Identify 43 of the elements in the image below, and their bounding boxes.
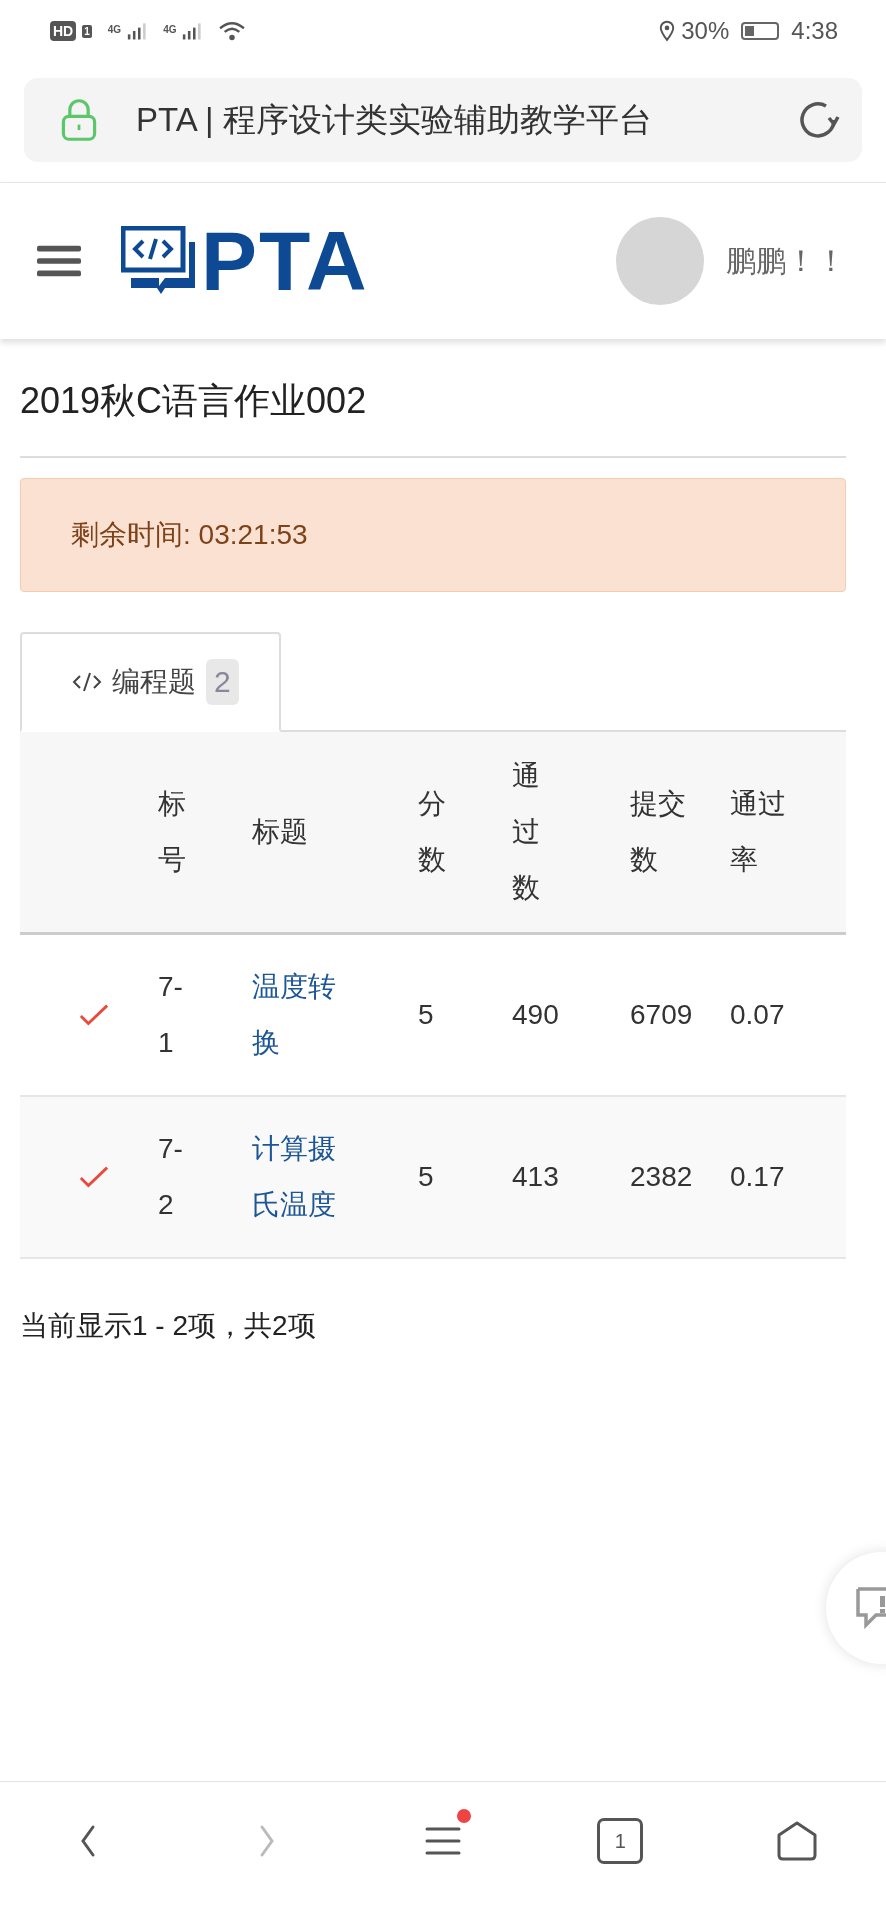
code-icon	[72, 670, 102, 694]
count-badge: 2	[206, 659, 239, 705]
speech-bubble-icon	[856, 1587, 886, 1629]
sim-badge: 1	[82, 24, 92, 38]
wifi-icon	[218, 20, 247, 42]
table-cell-text: 5	[418, 1160, 435, 1194]
table-cell-text: 7-1	[158, 970, 184, 1060]
clock-time: 4:38	[791, 17, 838, 45]
hd-badge: HD	[50, 21, 77, 41]
column-header: 提交数	[630, 787, 686, 877]
table-cell-text: 0.07	[730, 998, 786, 1032]
table-cell-text: 6709	[630, 998, 694, 1032]
table-cell-text: 7-2	[158, 1132, 184, 1222]
pagination-info: 当前显示1 - 2项，共2项	[20, 1309, 317, 1343]
column-header: 标号	[158, 787, 186, 877]
page-heading: 2019秋C语言作业002	[20, 379, 368, 423]
column-header: 标题	[252, 815, 309, 849]
column-header: 分数	[418, 787, 446, 877]
table-cell-text: 490	[512, 998, 560, 1032]
address-bar[interactable]: PTA | 程序设计类实验辅助教学平台	[24, 78, 862, 162]
table-cell-text: 0.17	[730, 1160, 786, 1194]
problem-title-link[interactable]: 温度转换	[252, 959, 336, 1071]
logo-text[interactable]: PTA	[201, 219, 369, 303]
tabs-count-button[interactable]: 1	[597, 1818, 644, 1864]
network-type-label: 4G	[163, 24, 177, 35]
battery-icon	[741, 22, 780, 40]
tab[interactable]: 编程题 2	[20, 632, 281, 732]
remaining-time-text: 剩余时间: 03:21:53	[71, 518, 308, 552]
page-title-text: PTA | 程序设计类实验辅助教学平台	[136, 99, 653, 140]
table-cell-text: 5	[418, 998, 435, 1032]
location-pin-icon	[659, 20, 676, 42]
table-cell-text: 413	[512, 1160, 560, 1194]
network-type-label: 4G	[107, 24, 122, 35]
monitor-code-icon	[121, 226, 197, 296]
column-header: 通过率	[730, 787, 786, 877]
home-icon[interactable]	[775, 1819, 820, 1863]
battery-percentage: 30%	[681, 17, 730, 45]
column-header: 通过数	[512, 759, 540, 905]
problem-title-link[interactable]: 计算摄氏温度	[252, 1121, 336, 1233]
lock-icon	[60, 98, 98, 142]
table-cell-text: 2382	[630, 1160, 694, 1194]
user-name[interactable]: 鹏鹏！！	[726, 240, 846, 282]
menu-icon[interactable]	[37, 243, 81, 279]
